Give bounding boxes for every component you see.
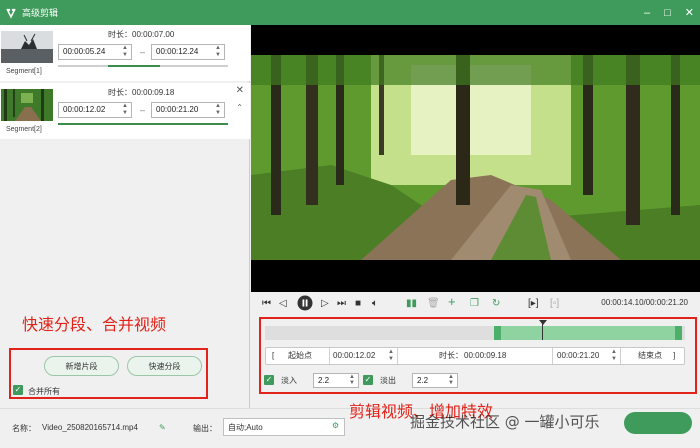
- spinner-icon[interactable]: ▲ ▼: [349, 374, 355, 386]
- quick-split-button[interactable]: 快速分段: [127, 356, 202, 376]
- spinner-icon[interactable]: ▲ ▼: [611, 349, 617, 363]
- segment-start-input[interactable]: 00:00:05.24 ▲ ▼: [58, 44, 132, 60]
- step-forward-icon[interactable]: ▷: [321, 297, 329, 311]
- volume-icon[interactable]: 🔈︎: [372, 297, 378, 311]
- segment-thumbnail: [1, 89, 53, 121]
- pause-icon[interactable]: [297, 295, 313, 316]
- spinner-icon[interactable]: ▲ ▼: [122, 45, 128, 59]
- stop-icon[interactable]: ■: [355, 297, 361, 311]
- add-icon[interactable]: +: [448, 295, 456, 309]
- playhead[interactable]: [539, 320, 547, 340]
- remove-segment-icon[interactable]: ✕: [236, 85, 244, 96]
- annotation-left: 快速分段、合并视频: [22, 315, 167, 334]
- merge-all-checkbox[interactable]: ✓: [13, 385, 23, 395]
- segment-end-input[interactable]: 00:00:12.24 ▲ ▼: [151, 44, 225, 60]
- watermark: 掘金技术社区 @ 一罐小可乐: [410, 413, 600, 431]
- settings-gear-icon[interactable]: ⚙: [332, 421, 339, 430]
- name-label: 名称：: [12, 424, 36, 433]
- edit-name-icon[interactable]: ✎: [159, 423, 166, 432]
- mark-out-icon[interactable]: [▫]: [550, 297, 559, 311]
- minimize-icon[interactable]: –: [644, 7, 650, 19]
- confirm-button[interactable]: [624, 412, 692, 434]
- add-segment-button[interactable]: 新增片段: [44, 356, 119, 376]
- end-point-button[interactable]: 结束点: [638, 348, 662, 364]
- fade-out-checkbox[interactable]: ✓: [363, 375, 373, 385]
- mark-in-icon[interactable]: [▸]: [528, 297, 539, 311]
- segment-duration: 时长：00:00:09.18: [108, 88, 175, 97]
- trim-row: [ 起始点 00:00:12.02 ▲ ▼ 时长： 00:00:09.18 00:…: [265, 347, 685, 365]
- copy-icon[interactable]: ❐: [470, 297, 479, 311]
- range-separator: –: [140, 47, 146, 57]
- start-time-input[interactable]: 00:00:12.02: [333, 348, 375, 364]
- reset-icon[interactable]: ↻: [492, 297, 500, 311]
- spinner-icon[interactable]: ▲ ▼: [215, 103, 221, 117]
- maximize-icon[interactable]: □: [664, 7, 671, 19]
- output-label: 输出：: [193, 424, 217, 433]
- segment-duration: 时长：00:00:07.00: [108, 30, 175, 39]
- file-name: Video_250820165714.mp4: [42, 423, 138, 432]
- step-back-icon[interactable]: ◁: [279, 297, 287, 311]
- segment-progress: [58, 123, 228, 125]
- duration-label: 时长：: [439, 351, 463, 360]
- spinner-icon[interactable]: ▲ ▼: [122, 103, 128, 117]
- spinner-icon[interactable]: ▲ ▼: [215, 45, 221, 59]
- window-title: 高级剪辑: [22, 8, 59, 18]
- duration-value: 00:00:09.18: [464, 351, 507, 360]
- delete-icon[interactable]: 🗑︎: [427, 297, 440, 311]
- fade-out-input[interactable]: 2.2 ▲ ▼: [412, 373, 458, 388]
- segment-thumbnail: [1, 31, 53, 63]
- segment-item[interactable]: Segment[1] 时长：00:00:07.00 00:00:05.24 ▲ ▼…: [0, 25, 250, 81]
- title-bar: 高级剪辑 – □ ✕: [0, 0, 700, 25]
- segment-end-input[interactable]: 00:00:21.20 ▲ ▼: [151, 102, 225, 118]
- selected-range[interactable]: [494, 326, 682, 340]
- spinner-icon[interactable]: ▲ ▼: [388, 349, 394, 363]
- move-up-icon[interactable]: ⌃: [236, 103, 243, 112]
- video-preview[interactable]: [251, 25, 700, 292]
- fade-out-label: 淡出: [380, 376, 396, 385]
- start-point-button[interactable]: 起始点: [288, 348, 312, 364]
- timecode: 00:00:14.10/00:00:21.20: [601, 298, 688, 307]
- timeline[interactable]: [265, 320, 685, 340]
- segment-panel: Segment[1] 时长：00:00:07.00 00:00:05.24 ▲ ▼…: [0, 25, 250, 408]
- end-time-input[interactable]: 00:00:21.20: [557, 348, 599, 364]
- segment-label: Segment[2]: [6, 126, 42, 133]
- close-icon[interactable]: ✕: [685, 6, 694, 19]
- segment-start-input[interactable]: 00:00:12.02 ▲ ▼: [58, 102, 132, 118]
- bracket-left-icon: [: [272, 351, 275, 360]
- range-separator: –: [140, 105, 146, 115]
- bracket-right-icon: ]: [673, 351, 676, 360]
- output-select[interactable]: 自动;Auto ⚙: [223, 418, 345, 436]
- app-logo-icon: [0, 0, 22, 25]
- skip-end-icon[interactable]: ⏭: [337, 297, 346, 311]
- segment-item[interactable]: Segment[2] 时长：00:00:09.18 00:00:12.02 ▲ ▼…: [0, 83, 250, 139]
- player-controls: ⏮ ◁ ▷ ⏭ ■ 🔈︎ ▮▮ 🗑︎ + ❐ ↻ [▸] [▫] 00:00:1…: [251, 292, 700, 317]
- fade-in-label: 淡入: [281, 376, 297, 385]
- segment-progress: [58, 65, 228, 67]
- skip-start-icon[interactable]: ⏮: [262, 297, 271, 311]
- segment-label: Segment[1]: [6, 68, 42, 75]
- spinner-icon[interactable]: ▲ ▼: [448, 374, 454, 386]
- split-icon[interactable]: ▮▮: [406, 297, 417, 311]
- merge-all-label: 合并所有: [28, 387, 60, 396]
- fade-in-input[interactable]: 2.2 ▲ ▼: [313, 373, 359, 388]
- fade-in-checkbox[interactable]: ✓: [264, 375, 274, 385]
